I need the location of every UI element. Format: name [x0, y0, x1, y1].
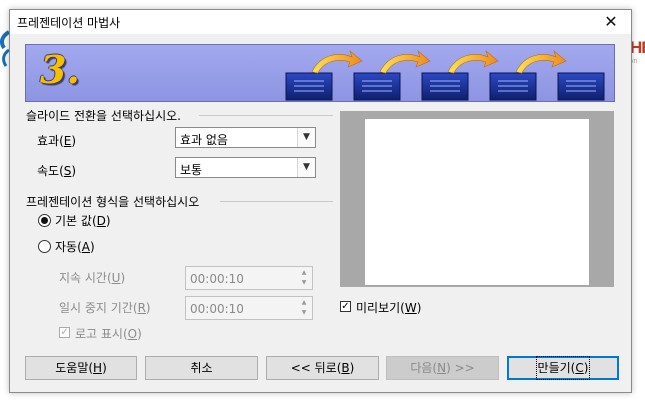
close-icon[interactable]: ✕: [591, 10, 631, 34]
show-logo-label: 로고 표시(O): [75, 327, 142, 341]
duration-spinbox[interactable]: 00:00:10 ▲ ▼: [185, 266, 313, 290]
duration-label: 지속 시간(U): [59, 271, 126, 285]
slide-preview-panel: [340, 111, 614, 287]
title-bar: 프레젠테이션 마법사 ✕: [10, 10, 631, 34]
format-section-heading: 프레젠테이션 형식을 선택하십시오: [26, 195, 200, 209]
help-button[interactable]: 도움말(H): [25, 356, 137, 380]
next-button[interactable]: 다음(N) >>: [386, 356, 499, 380]
slide-icon: [353, 72, 401, 101]
spin-up-icon[interactable]: ▲: [297, 298, 311, 308]
create-button[interactable]: 만들기(C): [507, 356, 619, 380]
effect-label: 효과(E): [37, 134, 77, 148]
slide-icon: [557, 72, 605, 101]
transition-arrow-icon: [311, 50, 363, 74]
spin-down-icon[interactable]: ▼: [297, 308, 311, 318]
slide-icon: [489, 72, 537, 101]
section-divider: [220, 201, 333, 202]
auto-radio[interactable]: [38, 240, 51, 253]
pause-spinbox[interactable]: 00:00:10 ▲ ▼: [185, 296, 313, 320]
pause-value: 00:00:10: [190, 302, 244, 316]
presentation-wizard-dialog: 프레젠테이션 마법사 ✕ 3. 슬라이드 전환을 선택하십시오. 효과(E) 효…: [9, 9, 632, 393]
chevron-down-icon[interactable]: ▼: [297, 128, 315, 147]
cancel-button[interactable]: 취소: [145, 356, 258, 380]
window-title: 프레젠테이션 마법사: [17, 16, 121, 30]
speed-dropdown[interactable]: 보통 ▼: [175, 157, 316, 178]
duration-value: 00:00:10: [190, 272, 244, 286]
default-radio[interactable]: [38, 214, 51, 227]
preview-checkbox[interactable]: ✓: [340, 301, 351, 312]
speed-label: 속도(S): [37, 164, 77, 178]
transition-arrow-icon: [447, 50, 499, 74]
wizard-step-banner: 3.: [25, 44, 615, 102]
transition-arrow-icon: [379, 50, 431, 74]
back-button[interactable]: << 뒤로(B): [266, 356, 379, 380]
chevron-down-icon[interactable]: ▼: [297, 158, 315, 177]
slide-preview-page: [365, 119, 589, 285]
background-app-logo-fragment: [0, 30, 11, 70]
slide-icon: [285, 72, 333, 101]
auto-option-label[interactable]: 자동(A): [55, 238, 95, 255]
check-icon: ✓: [341, 301, 350, 312]
effect-value: 효과 없음: [180, 133, 228, 147]
transition-arrow-icon: [515, 50, 567, 74]
background-app-text-fragment: HE ATI: [630, 38, 645, 65]
section-divider: [199, 115, 333, 116]
spin-down-icon[interactable]: ▼: [297, 278, 311, 288]
effect-dropdown[interactable]: 효과 없음 ▼: [175, 127, 316, 148]
preview-label[interactable]: 미리보기(W): [356, 299, 421, 316]
radio-selected-dot: [41, 217, 48, 224]
pause-label: 일시 중지 기간(R): [59, 301, 151, 315]
slide-transition-illustration: [285, 50, 605, 101]
default-option-label[interactable]: 기본 값(D): [55, 212, 111, 229]
spin-up-icon[interactable]: ▲: [297, 268, 311, 278]
transition-section-heading: 슬라이드 전환을 선택하십시오.: [26, 109, 181, 123]
speed-value: 보통: [180, 163, 203, 177]
slide-icon: [421, 72, 469, 101]
show-logo-checkbox[interactable]: ✓: [59, 327, 70, 338]
check-icon: ✓: [60, 327, 69, 338]
